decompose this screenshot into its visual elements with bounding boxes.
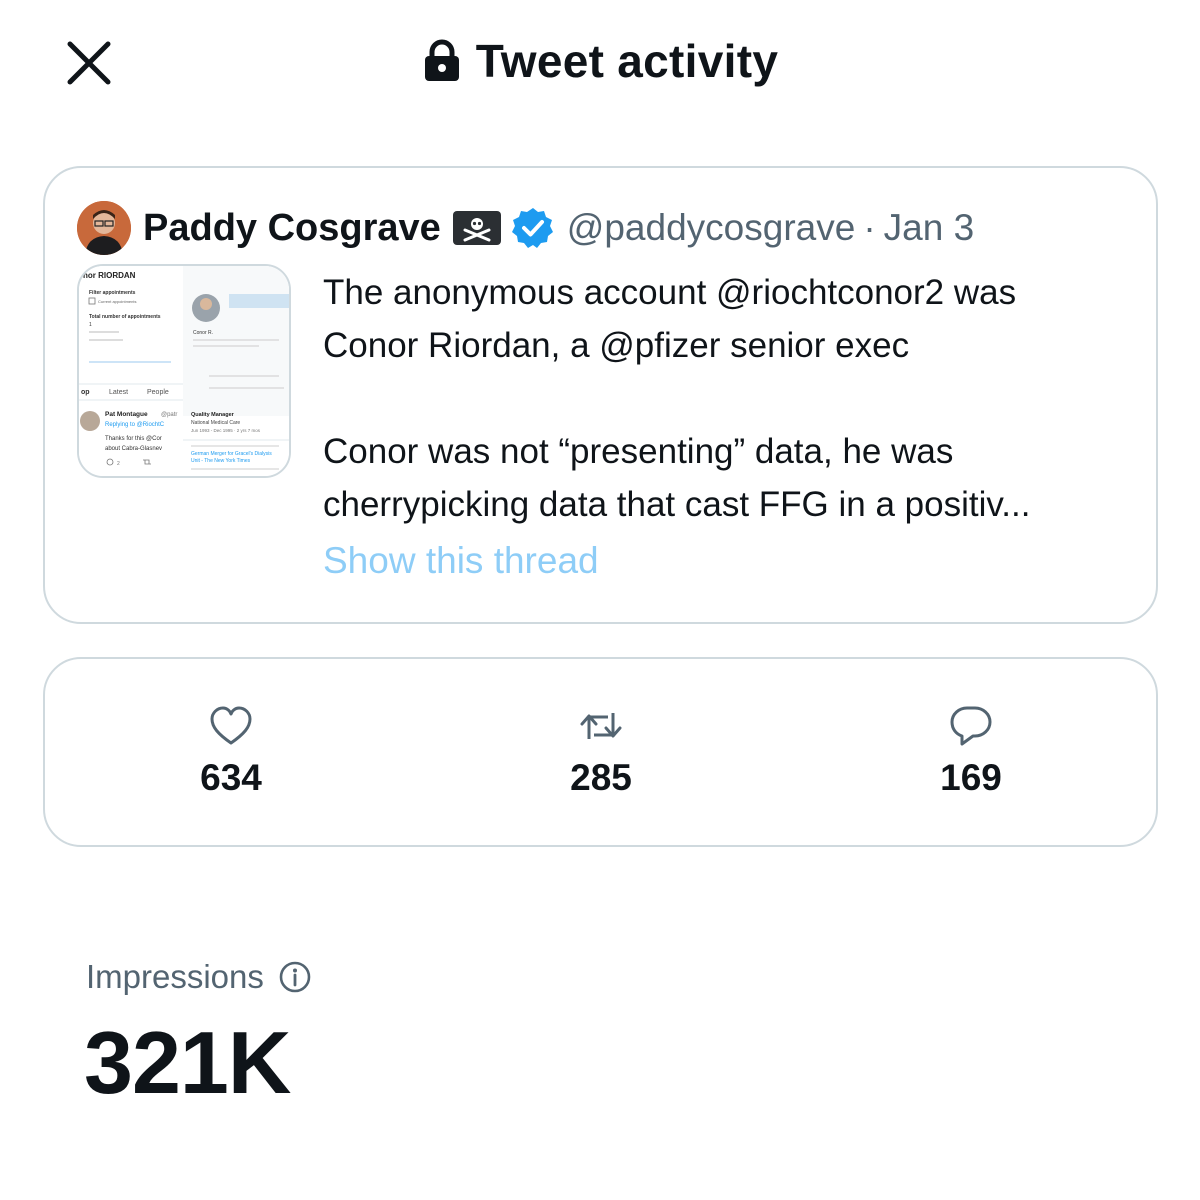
media-filter-label: Filter appointments <box>89 290 136 296</box>
reply-icon <box>950 706 992 746</box>
tweet-text-line: The anonymous account @riochtconor2 was <box>323 273 1017 312</box>
media-reply-name: Pat Montague <box>105 411 148 418</box>
tweet-media-thumbnail[interactable]: nor RIORDAN Filter appointments Current … <box>77 264 291 478</box>
media-tab-top: op <box>81 389 90 396</box>
media-right-title: Conor R. <box>193 330 213 336</box>
heart-icon <box>210 706 252 745</box>
media-reply-to: Replying to @RiochtC <box>105 422 165 428</box>
tweet-text-line: Conor Riordan, a @pfizer senior exec <box>323 326 910 365</box>
replies-count: 169 <box>940 757 1002 798</box>
media-reply-handle: @patr <box>161 412 177 418</box>
media-right-link1: German Merger for Gracel's Dialysis <box>191 451 272 457</box>
media-right-role: Quality Manager <box>191 412 235 418</box>
media-right-org: National Medical Care <box>191 420 240 426</box>
media-total-label: Total number of appointments <box>89 314 161 320</box>
tweet-date[interactable]: Jan 3 <box>884 207 975 249</box>
impressions-label-row: Impressions <box>86 958 312 996</box>
tweet-card[interactable]: Paddy Cosgrave @paddycosgrave · Jan 3 no… <box>43 166 1158 624</box>
verified-badge-icon <box>511 208 553 248</box>
info-icon[interactable] <box>278 960 312 994</box>
replies-stat: 169 <box>861 703 1081 799</box>
tweet-text-line <box>323 372 1133 425</box>
media-reply-line1: Thanks for this @Cor <box>105 436 162 442</box>
retweets-count: 285 <box>570 757 632 798</box>
header: Tweet activity <box>0 0 1200 125</box>
engagement-stats: 634 285 169 <box>43 657 1158 847</box>
title-wrap: Tweet activity <box>0 34 1200 88</box>
lock-icon <box>424 39 459 81</box>
media-heading: nor RIORDAN <box>83 271 136 280</box>
page-title: Tweet activity <box>475 35 779 87</box>
media-reply-count: 2 <box>117 461 120 467</box>
tweet-text-line: cherrypicking data that cast FFG in a po… <box>323 485 1031 524</box>
impressions-label: Impressions <box>86 958 264 995</box>
tweet-text-line: Conor was not “presenting” data, he was <box>323 432 954 471</box>
avatar[interactable] <box>77 201 131 255</box>
likes-count: 634 <box>200 757 262 798</box>
likes-stat: 634 <box>121 703 341 799</box>
media-tab-people: People <box>147 389 169 396</box>
media-total-value: 1 <box>89 322 92 328</box>
author-handle[interactable]: @paddycosgrave <box>567 207 856 249</box>
show-thread-link[interactable]: Show this thread <box>323 540 599 582</box>
retweets-stat: 285 <box>491 703 711 799</box>
media-right-link2: Unit - The New York Times <box>191 458 251 464</box>
media-reply-line2: about Cabra-Glasnev <box>105 446 162 452</box>
media-current-label: Current appointments <box>98 299 136 304</box>
author-row: Paddy Cosgrave @paddycosgrave · Jan 3 <box>77 201 975 255</box>
separator-dot: · <box>863 207 876 248</box>
media-right-dates: Jun 1993 - Dec 1995 · 2 yrs 7 mos <box>191 428 261 433</box>
author-name[interactable]: Paddy Cosgrave <box>143 207 441 250</box>
retweet-icon <box>580 713 622 739</box>
media-tab-latest: Latest <box>109 389 128 396</box>
impressions-value: 321K <box>84 1013 291 1112</box>
skull-crossbones-flag-icon <box>452 211 501 245</box>
tweet-text[interactable]: The anonymous account @riochtconor2 was … <box>323 266 1133 531</box>
